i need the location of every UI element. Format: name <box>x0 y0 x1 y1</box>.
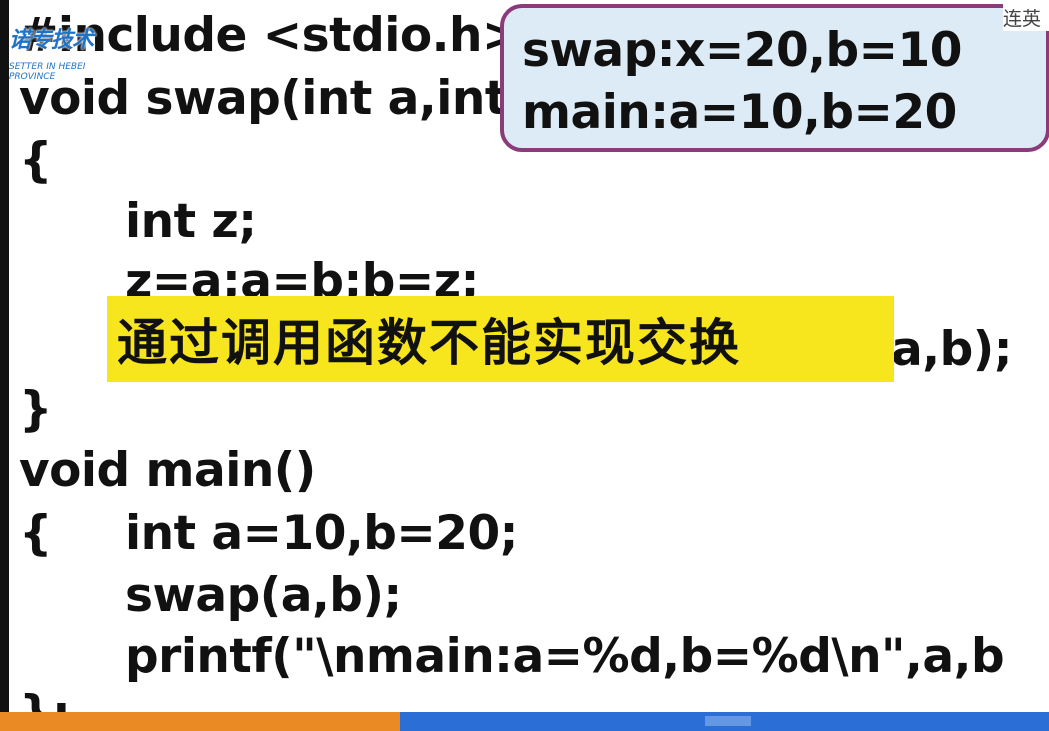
output-line-main: main:a=10,b=20 <box>522 85 957 140</box>
output-console-box: swap:x=20,b=10 main:a=10,b=20 <box>500 4 1049 152</box>
corner-watermark: 连英 <box>1003 4 1049 31</box>
logo-chinese: 诺专技术 <box>9 28 94 53</box>
video-progress-bar[interactable] <box>0 712 1049 731</box>
left-dark-edge <box>0 0 9 731</box>
code-line-main-header: void main() <box>19 443 316 498</box>
code-line-decl-z: int z; <box>125 194 257 249</box>
code-line-printf-main: printf("\nmain:a=%d,b=%d\n",a,b <box>125 629 1005 684</box>
code-line-open-brace-main: { <box>19 506 52 561</box>
code-line-close-brace: } <box>19 382 52 437</box>
code-line-printf-partial: a,b); <box>891 322 1013 377</box>
code-line-last: }; <box>19 684 71 712</box>
code-line-call-swap: swap(a,b); <box>125 568 402 623</box>
output-line-swap: swap:x=20,b=10 <box>522 23 962 78</box>
progress-marker <box>705 716 751 726</box>
code-line-open-brace: { <box>19 133 52 188</box>
logo-english: SETTER IN HEBEI PROVINCE <box>9 62 86 82</box>
progress-played <box>0 712 400 731</box>
subtitle-text: 通过调用函数不能实现交换 <box>117 314 741 372</box>
code-slide: #include <stdio.h> void swap(int a,int b… <box>9 0 1049 712</box>
code-line-decl-ab: int a=10,b=20; <box>125 506 518 561</box>
subtitle-banner: 通过调用函数不能实现交换 <box>107 296 894 382</box>
